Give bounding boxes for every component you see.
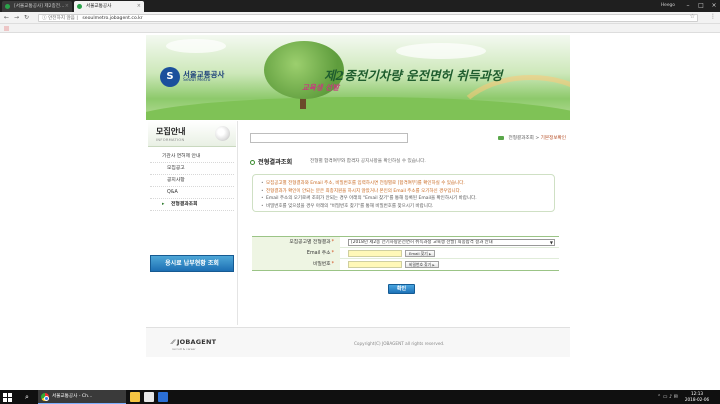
notice-line: 전형결과가 확인이 안되는 분은 최종지원을 하시지 않았거나 본인의 Emai… xyxy=(261,188,546,196)
window-close-icon[interactable]: × xyxy=(708,0,720,12)
notice-line: 모집공고별 전형결과와 Email 주소, 비밀번호를 입력하시면 전형별로 [… xyxy=(261,180,546,188)
site-container: S 서울교통공사 Seoul Metro 제2종전기차량 운전면허 취득과정 교… xyxy=(146,33,570,390)
password-label: 비밀번호* xyxy=(252,259,340,270)
profile-name[interactable]: Heego xyxy=(658,2,678,10)
url-input[interactable]: ⓘ 안전하지 않음 | seoulmetro.jobagent.co.kr xyxy=(38,14,698,22)
section-description: 전형별 합격여부와 합격자 공지사항을 확인하실 수 있습니다. xyxy=(310,159,426,164)
breadcrumb-parent[interactable]: 전형결과조회 xyxy=(508,136,533,141)
dropdown-arrow-icon[interactable]: ▼ xyxy=(550,240,553,245)
url-text[interactable]: seoulmetro.jobagent.co.kr xyxy=(82,16,142,21)
result-lookup-form: 모집공고별 전형결과* [2018년 제2종 전기차량운전면허 취득과정 교육생… xyxy=(252,236,559,271)
banner-subtitle: 교육생 선발 xyxy=(302,83,340,92)
cloud-decoration xyxy=(166,39,226,53)
breadcrumb-separator: > xyxy=(535,136,540,141)
favicon-icon xyxy=(77,4,82,9)
apps-icon[interactable] xyxy=(4,26,9,31)
sidebar: 모집안내 INFORMATION 기관사 면허제 안내 모집공고 공지사항 Q&… xyxy=(146,121,238,325)
copyright-text: Copyright(C) JOBAGENT all rights reserve… xyxy=(354,341,445,346)
sidebar-item-announcements[interactable]: 공지사항 xyxy=(150,175,234,187)
find-password-button[interactable]: 비밀번호 찾기 ▶ xyxy=(405,261,439,268)
search-icon[interactable]: ⌕ xyxy=(22,392,32,402)
taskbar: ⌕ 서울교통공사 - Ch... ⌃ ▭ ♪ ✉ 12:13 2018-02-0… xyxy=(0,390,720,404)
play-arrow-icon: ▶ xyxy=(432,263,435,267)
info-icon[interactable]: ⓘ xyxy=(42,16,47,21)
sidebar-title: 모집안내 xyxy=(156,127,186,136)
sidebar-menu: 기관사 면허제 안내 모집공고 공지사항 Q&A 전형결과조회 xyxy=(150,151,234,211)
close-icon[interactable]: × xyxy=(137,1,141,12)
form-row-notice-select: 모집공고별 전형결과* [2018년 제2종 전기차량운전면허 취득과정 교육생… xyxy=(252,237,559,248)
reload-icon[interactable]: ↻ xyxy=(22,13,31,23)
clock-date: 2018-02-06 xyxy=(684,397,710,402)
breadcrumb-current: 기본정보확인 xyxy=(540,136,566,141)
bookmark-star-icon[interactable]: ☆ xyxy=(690,13,695,20)
menu-icon[interactable]: ⋮ xyxy=(710,13,716,20)
minimize-icon[interactable]: – xyxy=(682,0,694,12)
form-row-password: 비밀번호* 비밀번호 찾기 ▶ xyxy=(252,259,559,270)
notice-box: 모집공고별 전형결과와 Email 주소, 비밀번호를 입력하시면 전형별로 [… xyxy=(252,174,555,212)
sidebar-subtitle: INFORMATION xyxy=(156,138,185,142)
notice-line: Email 주소의 오기로써 조회가 안되는 경우 아래의 "Email 찾기"… xyxy=(261,195,546,203)
file-explorer-icon[interactable] xyxy=(130,392,140,402)
sidebar-item-notice[interactable]: 모집공고 xyxy=(150,163,234,175)
sidebar-item-qna[interactable]: Q&A xyxy=(150,187,234,199)
submit-button[interactable]: 확인 xyxy=(388,284,415,294)
circle-bullet-icon xyxy=(250,159,255,165)
jobagent-logo[interactable]: ⁄⁄ JOBAGENT recruit & career xyxy=(172,338,216,351)
notice-select[interactable]: [2018년 제2종 전기차량운전면허 취득과정 교육생 선발] 최종합격 결과… xyxy=(348,239,555,246)
footer: ⁄⁄ JOBAGENT recruit & career Copyright(C… xyxy=(146,327,570,357)
system-tray[interactable]: ⌃ ▭ ♪ ✉ xyxy=(657,392,678,402)
play-arrow-icon: ▶ xyxy=(428,252,432,256)
address-bar: ← → ↻ ⓘ 안전하지 않음 | seoulmetro.jobagent.co… xyxy=(0,12,720,24)
sidebar-header: 모집안내 INFORMATION xyxy=(148,121,236,147)
search-input[interactable] xyxy=(250,133,408,143)
notice-line: 비밀번호를 잊으셨을 경우 아래의 "비밀번호 찾기"를 통해 비밀번호를 찾으… xyxy=(261,203,546,211)
tab-title: [서울교통공사] 제2종전... xyxy=(14,4,65,9)
close-icon[interactable]: × xyxy=(65,1,69,12)
security-label[interactable]: 안전하지 않음 xyxy=(48,16,75,21)
dandelion-icon xyxy=(215,126,230,141)
page-viewport: S 서울교통공사 Seoul Metro 제2종전기차량 운전면허 취득과정 교… xyxy=(0,33,720,390)
banner-title: 제2종전기차량 운전면허 취득과정 xyxy=(324,68,503,83)
main-content: 전형결과조회 > 기본정보확인 전형결과조회 전형별 합격여부와 합격자 공지사… xyxy=(240,121,570,325)
email-label: Email 주소* xyxy=(252,248,340,259)
browser-tab[interactable]: [서울교통공사] 제2종전... × xyxy=(2,1,72,12)
clock[interactable]: 12:13 2018-02-06 xyxy=(680,391,714,403)
tab-title: 서울교통공사 xyxy=(86,4,112,9)
favicon-icon xyxy=(5,4,10,9)
windows-start-icon[interactable] xyxy=(2,392,12,402)
browser-tab-active[interactable]: 서울교통공사 × xyxy=(74,1,144,12)
back-icon[interactable]: ← xyxy=(2,13,11,23)
find-email-button[interactable]: Email 찾기 ▶ xyxy=(405,250,436,257)
browser-tab-bar: [서울교통공사] 제2종전... × 서울교통공사 × Heego – □ × xyxy=(0,0,720,12)
password-field[interactable] xyxy=(348,261,402,268)
forward-icon[interactable]: → xyxy=(12,13,21,23)
maximize-icon[interactable]: □ xyxy=(695,0,707,12)
app-icon[interactable] xyxy=(158,392,168,402)
logo-sub: Seoul Metro xyxy=(183,78,211,83)
header-banner: S 서울교통공사 Seoul Metro 제2종전기차량 운전면허 취득과정 교… xyxy=(146,35,570,120)
chrome-icon xyxy=(41,393,49,401)
form-row-email: Email 주소* Email 찾기 ▶ xyxy=(252,248,559,259)
bookmarks-bar xyxy=(0,24,720,33)
notepad-icon[interactable] xyxy=(144,392,154,402)
taskbar-app-label: 서울교통공사 - Ch... xyxy=(52,394,93,399)
taskbar-app-chrome[interactable]: 서울교통공사 - Ch... xyxy=(38,390,126,404)
section-title: 전형결과조회 xyxy=(250,157,292,166)
cloud-decoration xyxy=(396,43,486,59)
sidebar-item-result-lookup[interactable]: 전형결과조회 xyxy=(150,199,234,211)
breadcrumb: 전형결과조회 > 기본정보확인 xyxy=(498,135,566,141)
fee-payment-status-button[interactable]: 응시료 납부현황 조회 xyxy=(150,255,234,272)
email-field[interactable] xyxy=(348,250,402,257)
notice-select-label: 모집공고별 전형결과* xyxy=(252,237,340,248)
seoul-metro-logo-icon: S xyxy=(160,67,180,87)
sidebar-item-license-info[interactable]: 기관사 면허제 안내 xyxy=(150,151,234,163)
home-icon[interactable] xyxy=(498,135,505,140)
